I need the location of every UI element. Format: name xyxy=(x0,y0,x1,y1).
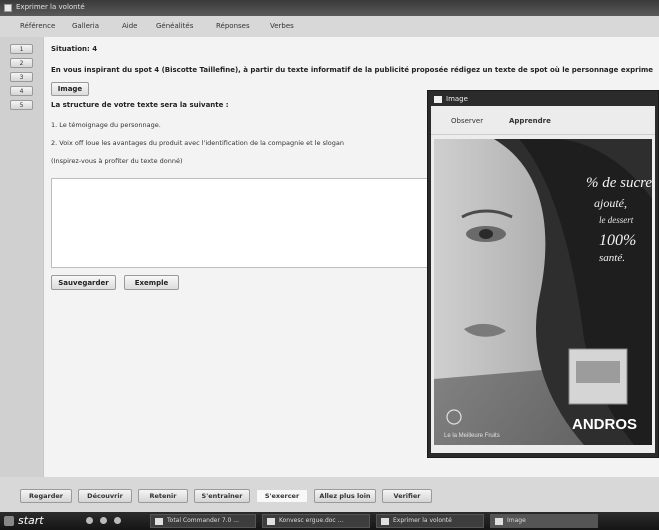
example-button[interactable]: Exemple xyxy=(124,275,179,290)
tab-observer[interactable]: Observer xyxy=(451,117,483,125)
app-icon xyxy=(155,518,163,525)
situation-button-5[interactable]: 5 xyxy=(10,100,33,110)
taskbar: start Total Commander 7.0 ... Konvesc er… xyxy=(0,512,659,530)
instruction-text: En vous inspirant du spot 4 (Biscotte Ta… xyxy=(51,66,654,74)
ad-100-text: 100% xyxy=(599,232,636,249)
browser-icon[interactable] xyxy=(86,517,93,524)
menu-item-verbes[interactable]: Verbes xyxy=(270,22,294,30)
app-icon xyxy=(495,518,503,525)
image-window-title: Image xyxy=(446,95,468,103)
structure-heading: La structure de votre texte sera la suiv… xyxy=(51,101,229,109)
window-icon xyxy=(434,96,442,103)
answer-textarea[interactable] xyxy=(51,178,435,268)
nav-tab-regarder[interactable]: Regarder xyxy=(20,489,72,503)
situation-label: Situation: 4 xyxy=(51,45,98,53)
task-label: Konvesc ergue.doc ... xyxy=(279,517,344,524)
image-button[interactable]: Image xyxy=(51,82,89,96)
ad-dessert-text: le dessert xyxy=(599,215,634,225)
image-window-body: Observer Apprendre % de sucre ajouté, le… xyxy=(431,106,655,453)
situation-list: 1 2 3 4 5 xyxy=(0,37,43,477)
save-button[interactable]: Sauvegarder xyxy=(51,275,116,290)
ad-brand: ANDROS xyxy=(572,416,637,433)
task-document[interactable]: Konvesc ergue.doc ... xyxy=(262,514,370,528)
task-label: Image xyxy=(507,517,526,524)
situation-button-4[interactable]: 4 xyxy=(10,86,33,96)
menu-item-aide[interactable]: Aide xyxy=(122,22,137,30)
situation-button-3[interactable]: 3 xyxy=(10,72,33,82)
advertisement-image: % de sucre ajouté, le dessert 100% santé… xyxy=(434,139,652,445)
situation-button-2[interactable]: 2 xyxy=(10,58,33,68)
nav-tab-decouvrir[interactable]: Découvrir xyxy=(78,489,132,503)
structure-item-1: 1. Le témoignage du personnage. xyxy=(51,121,161,129)
task-exprimer[interactable]: Exprimer la volonté xyxy=(376,514,484,528)
media-icon[interactable] xyxy=(100,517,107,524)
window-title: Exprimer la volonté xyxy=(16,3,85,11)
image-toolbar: Observer Apprendre xyxy=(431,106,655,135)
task-label: Exprimer la volonté xyxy=(393,517,452,524)
task-label: Total Commander 7.0 ... xyxy=(167,517,239,524)
ad-ajoute-text: ajouté, xyxy=(594,196,627,210)
folder-icon[interactable] xyxy=(114,517,121,524)
nav-tab-sentrainer[interactable]: S'entraîner xyxy=(194,489,250,503)
app-icon xyxy=(381,518,389,525)
menu-bar: Référence Galleria Aide Généalités Répon… xyxy=(0,16,659,38)
title-bar[interactable]: Exprimer la volonté xyxy=(0,0,659,16)
nav-tab-verifier[interactable]: Verifier xyxy=(382,489,432,503)
document-icon xyxy=(267,518,275,525)
start-label: start xyxy=(18,514,44,527)
structure-item-2: 2. Voix off loue les avantages du produi… xyxy=(51,139,344,147)
menu-item-generalites[interactable]: Généalités xyxy=(156,22,193,30)
menu-item-galleria[interactable]: Galleria xyxy=(72,22,99,30)
situation-button-1[interactable]: 1 xyxy=(10,44,33,54)
menu-item-reponses[interactable]: Réponses xyxy=(216,22,250,30)
start-orb-icon xyxy=(4,516,14,526)
tab-apprendre[interactable]: Apprendre xyxy=(509,117,551,125)
ad-tagline: Le la Meilleure Fruits xyxy=(444,433,500,439)
menu-item-reference[interactable]: Référence xyxy=(20,22,55,30)
bottom-nav: Regarder Découvrir Retenir S'entraîner S… xyxy=(0,477,659,512)
structure-item-3: (Inspirez-vous à profiter du texte donné… xyxy=(51,157,183,165)
start-button[interactable]: start xyxy=(0,512,75,530)
image-window[interactable]: Image Observer Apprendre % de sucre ajou… xyxy=(427,90,659,458)
ad-sante-text: santé. xyxy=(599,252,625,264)
nav-tab-allez-plus-loin[interactable]: Allez plus loin xyxy=(314,489,376,503)
window-icon xyxy=(4,4,12,12)
nav-tab-sexercer[interactable]: S'exercer xyxy=(256,489,308,503)
nav-tab-retenir[interactable]: Retenir xyxy=(138,489,188,503)
task-image[interactable]: Image xyxy=(490,514,598,528)
ad-percent-text: % de sucre xyxy=(586,175,652,191)
task-total-commander[interactable]: Total Commander 7.0 ... xyxy=(150,514,256,528)
